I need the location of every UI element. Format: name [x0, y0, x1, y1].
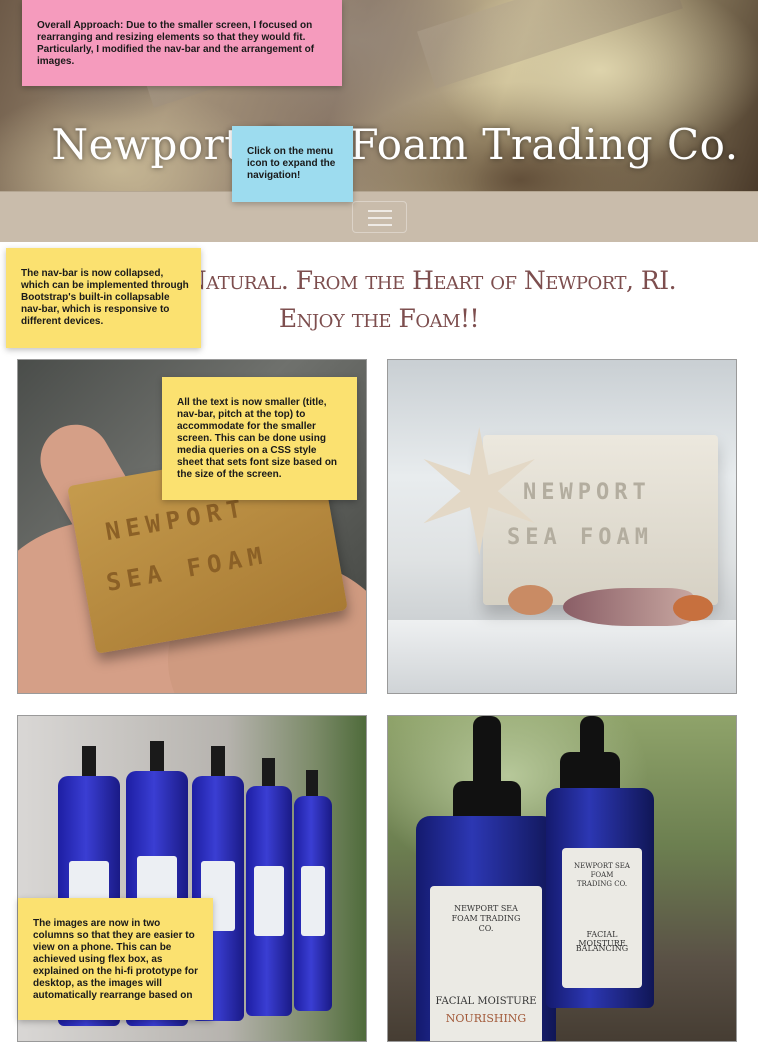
- sticky-note-navbar: The nav-bar is now collapsed, which can …: [6, 248, 201, 348]
- bottle: [246, 758, 292, 1016]
- site-title: Newport Sea Foam Trading Co.: [51, 120, 739, 169]
- shell: [673, 595, 713, 621]
- navbar: [0, 191, 758, 242]
- label-title: FACIAL MOISTURE: [435, 996, 537, 1007]
- shell: [508, 585, 553, 615]
- sticky-note-images-layout: The images are now in two columns so tha…: [18, 898, 213, 1020]
- dropper-cap: [580, 716, 604, 756]
- label-brand: NEWPORT SEA FOAM TRADING CO.: [451, 904, 521, 933]
- dropper-bottle: NEWPORT SEA FOAM TRADING CO. FACIAL MOIS…: [416, 816, 556, 1041]
- soap-stamp-text: SEA FOAM: [104, 540, 271, 597]
- sticky-note-menu-icon: Click on the menu icon to expand the nav…: [232, 126, 353, 202]
- sticky-note-overall-approach: Overall Approach: Due to the smaller scr…: [22, 0, 342, 86]
- hero-soap-bar: [417, 0, 683, 89]
- facial-moisture-bottles-image: NEWPORT SEA FOAM TRADING CO. FACIAL MOIS…: [387, 715, 737, 1042]
- bottle: [294, 770, 332, 1011]
- label-brand: NEWPORT SEA FOAM TRADING CO.: [574, 862, 630, 888]
- hamburger-menu-icon[interactable]: [352, 201, 407, 233]
- label-subtitle: NOURISHING: [445, 1012, 527, 1025]
- window-sill: [388, 620, 736, 693]
- soap-stamp-text: NEWPORT: [103, 493, 250, 547]
- soap-with-starfish-image: NEWPORT SEA FOAM ✶: [387, 359, 737, 694]
- starfish-icon: ✶: [408, 396, 551, 594]
- dropper-cap: [473, 716, 501, 786]
- sticky-note-text-size: All the text is now smaller (title, nav-…: [162, 377, 357, 500]
- dropper-cap: [560, 752, 620, 792]
- dropper-bottle: NEWPORT SEA FOAM TRADING CO. FACIAL MOIS…: [546, 788, 654, 1008]
- label-subtitle: BALANCING: [575, 944, 629, 953]
